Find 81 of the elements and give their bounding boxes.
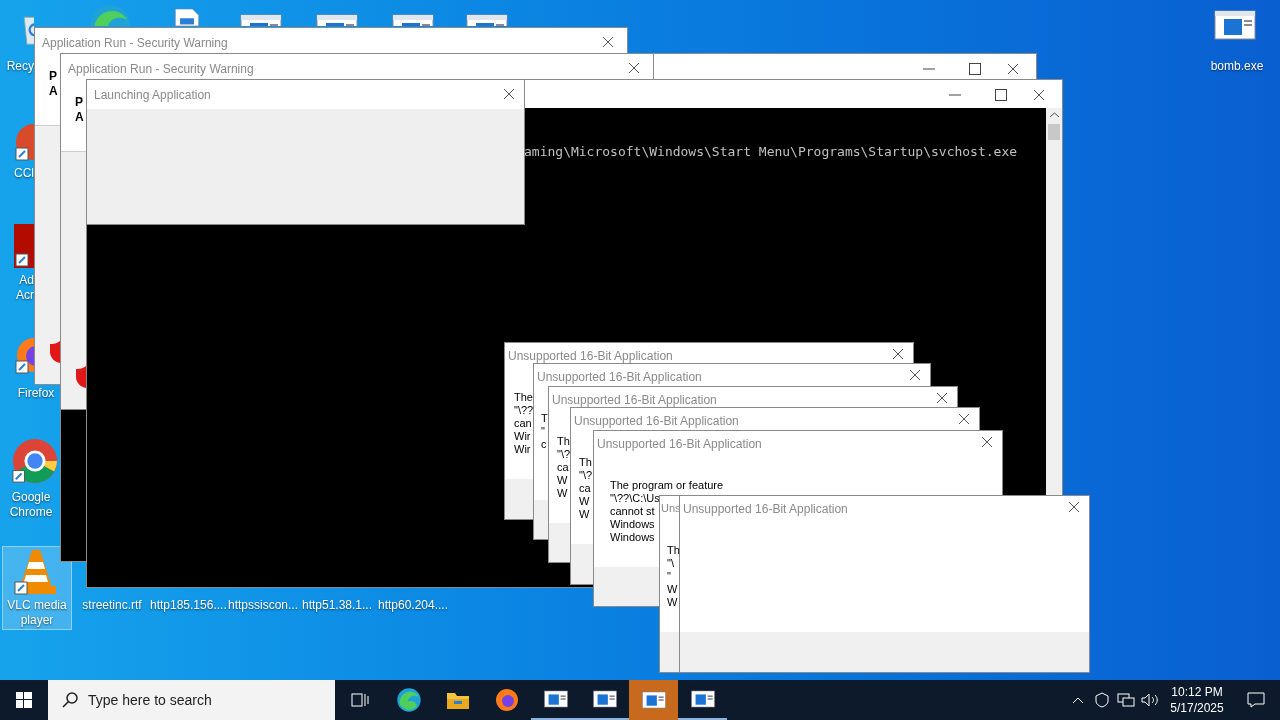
dialog-text: W	[667, 596, 678, 609]
icon-label[interactable]: http51.38.1...	[300, 598, 374, 613]
close-button[interactable]	[958, 413, 970, 425]
traffic-cone-icon[interactable]	[14, 548, 58, 596]
dialog-text: The	[514, 391, 533, 404]
window-title: Unsupported 16-Bit Application	[508, 348, 673, 365]
dialog-text: W	[557, 487, 568, 500]
dialog-text: "\??\C:\Us	[610, 492, 660, 505]
dialog-text: c	[541, 438, 547, 451]
dialog-text: Wir	[514, 430, 531, 443]
close-button[interactable]	[936, 392, 948, 404]
icon-label[interactable]: CCl	[0, 166, 34, 181]
dialog-text: The program or feature	[610, 479, 724, 492]
close-button[interactable]	[503, 88, 515, 100]
dialog-text: ca	[557, 461, 569, 474]
window-title: Unsupported 16-Bit Application	[683, 501, 848, 518]
icon-label[interactable]: httpssiscon...	[226, 598, 300, 613]
console-output: aming\Microsoft\Windows\Start Menu\Programs\Startup\svchost.exe	[524, 143, 1018, 161]
icon-label[interactable]: http60.204....	[376, 598, 450, 613]
shield-icon	[50, 341, 60, 363]
scrollbar-thumb[interactable]	[1048, 124, 1060, 140]
maximize-button[interactable]	[969, 63, 981, 75]
dialog-text: W	[667, 583, 678, 596]
task-view-icon	[350, 692, 369, 708]
window-title: Application Run - Security Warning	[42, 35, 228, 52]
dialog-text: A	[49, 83, 58, 100]
dialog-text: Th	[557, 435, 570, 448]
search-field[interactable]: Type here to search	[48, 680, 335, 720]
dialog-text: P	[49, 68, 57, 85]
icon-label[interactable]: VLC media player	[4, 598, 70, 628]
window-title: Uns	[661, 501, 681, 516]
dialog-text: cannot st	[610, 505, 655, 518]
dialog-text: Windows	[610, 531, 655, 544]
shortcut-icon[interactable]	[14, 224, 34, 268]
icon-label[interactable]: streetinc.rtf	[76, 598, 148, 613]
window-title: Launching Application	[94, 87, 211, 104]
maximize-button[interactable]	[995, 89, 1007, 101]
dialog-text: W	[579, 508, 590, 521]
icon-label[interactable]: Firefox	[8, 386, 64, 401]
dialog-text: can	[514, 417, 532, 430]
close-button[interactable]	[602, 36, 614, 48]
dialog-text: ca	[579, 482, 591, 495]
clock-date[interactable]: 5/17/2025	[1170, 700, 1224, 716]
dialog-text: A	[75, 109, 84, 126]
dialog-text: Th	[579, 456, 592, 469]
icon-label[interactable]: Ad Acr	[10, 273, 34, 303]
chrome-icon[interactable]	[12, 438, 58, 484]
icon-label[interactable]: Google Chrome	[4, 490, 58, 520]
window-title: Unsupported 16-Bit Application	[597, 436, 762, 453]
icon-label[interactable]: Recy	[0, 59, 34, 74]
shield-icon	[76, 366, 86, 388]
dialog-text: Windows	[610, 518, 655, 531]
dialog-text: P	[75, 94, 83, 111]
dialog-text: "	[667, 570, 671, 583]
dialog-text: "\?	[579, 469, 593, 482]
dialog-text: T	[541, 412, 548, 425]
dialog-text: Wir	[514, 443, 531, 456]
icon-label[interactable]: bomb.exe	[1204, 59, 1270, 74]
dialog-text: W	[557, 474, 568, 487]
window-title: Unsupported 16-Bit Application	[574, 413, 739, 430]
search-icon	[62, 692, 78, 708]
close-button[interactable]	[892, 348, 904, 360]
close-button[interactable]	[909, 369, 921, 381]
dialog-text: "	[541, 425, 545, 438]
windows-logo-icon	[16, 692, 32, 708]
close-button[interactable]	[628, 62, 640, 74]
window-title: Unsupported 16-Bit Application	[537, 369, 702, 386]
icon-label[interactable]: http185.156....	[150, 598, 226, 613]
dialog-text: "\	[667, 557, 674, 570]
clock-time[interactable]: 10:12 PM	[1171, 684, 1223, 700]
window-title: Application Run - Security Warning	[68, 61, 254, 78]
close-button[interactable]	[981, 436, 993, 448]
window-title: Unsupported 16-Bit Application	[552, 392, 717, 409]
scrollbar[interactable]	[1046, 108, 1062, 495]
dialog-text: Th	[667, 544, 680, 557]
close-button[interactable]	[1033, 89, 1045, 101]
dialog-text: W	[579, 495, 590, 508]
shortcut-icon[interactable]	[14, 122, 34, 162]
close-button[interactable]	[1007, 63, 1019, 75]
dialog-text: "\??	[514, 404, 534, 417]
dialog-text: "\?	[557, 448, 571, 461]
